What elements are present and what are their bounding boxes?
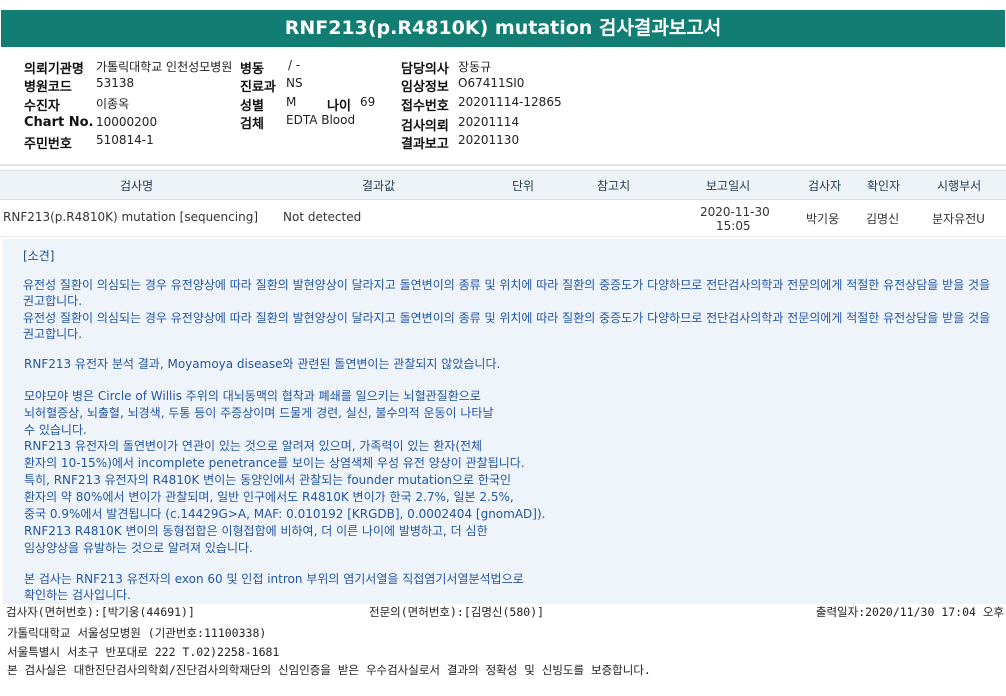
- comment-line: 중국 0.9%에서 발견됩니다 (c.14429G>A, MAF: 0.0101…: [24, 507, 546, 521]
- receiver-label: 수진자: [24, 99, 60, 114]
- doctor-label: 담당의사: [401, 62, 449, 77]
- chart-label: Chart No.: [24, 115, 94, 130]
- comment-line: RNF213 R4810K 변이의 동형접합은 이형접합에 비하여, 더 이른 …: [24, 524, 488, 538]
- header-ref: 참고치: [597, 179, 631, 193]
- section-divider: [0, 164, 1006, 166]
- comment-line: 특히, RNF213 유전자의 R4810K 변이는 동양인에서 관찰되는 fo…: [24, 473, 511, 487]
- dept-value: NS: [286, 76, 303, 90]
- row-result: Not detected: [283, 210, 362, 224]
- comment-result-line: RNF213 유전자 분석 결과, Moyamoya disease와 관련된 …: [24, 357, 501, 371]
- ssn-label: 주민번호: [24, 137, 72, 152]
- age-label: 나이: [327, 99, 351, 114]
- specimen-value: EDTA Blood: [286, 113, 356, 127]
- institution-label: 의뢰기관명: [24, 62, 84, 77]
- footer-address: 서울특별시 서초구 반포대로 222 T.02)2258-1681: [7, 645, 280, 659]
- patient-info: 의뢰기관명 가톨릭대학교 인천성모병원 병동 / - 담당의사 장동규 병원코드…: [0, 56, 1006, 152]
- row-tester: 박기웅: [806, 212, 840, 226]
- header-confirmer: 확인자: [867, 179, 901, 193]
- accession-label: 접수번호: [401, 99, 449, 114]
- report-date-value: 20201130: [458, 133, 520, 147]
- accession-value: 20201114-12865: [458, 95, 562, 109]
- header-test: 검사명: [120, 179, 154, 193]
- comment-section: [소견] 유전성 질환이 의심되는 경우 유전양상에 따라 질환의 발현양상이 …: [3, 239, 1006, 604]
- receiver-value: 이종옥: [96, 97, 130, 111]
- institution-value: 가톨릭대학교 인천성모병원: [96, 60, 233, 74]
- header-result: 결과값: [362, 179, 396, 193]
- row-confirmer: 김명신: [866, 212, 900, 226]
- comment-title: [소견]: [23, 249, 55, 263]
- comment-method-line: 본 검사는 RNF213 유전자의 exon 60 및 인접 intron 부위…: [24, 572, 524, 586]
- report-footer: 검사자(면허번호):[박기웅(44691)] 전문의(면허번호):[김명신(58…: [0, 602, 1006, 696]
- clinical-label: 임상정보: [401, 80, 449, 95]
- comment-line: 모야모야 병은 Circle of Willis 주위의 대뇌동맥의 협착과 폐…: [24, 389, 481, 403]
- results-table-header: 검사명 결과값 단위 참고치 보고일시 검사자 확인자 시행부서: [0, 170, 1006, 200]
- comment-line: 뇌허혈증상, 뇌출혈, 뇌경색, 두통 등이 주증상이며 드물게 경련, 실신,…: [24, 406, 494, 420]
- sex-label: 성별: [240, 99, 264, 114]
- comment-line: 환자의 약 80%에서 변이가 관찰되며, 일반 인구에서도 R4810K 변이…: [24, 490, 514, 504]
- row-report-time: 15:05: [716, 219, 751, 233]
- report-date-label: 결과보고: [401, 137, 449, 152]
- comment-paragraph: 유전성 질환이 의심되는 경우 유전양상에 따라 질환의 발현양상이 달라지고 …: [23, 311, 991, 341]
- request-value: 20201114: [458, 115, 520, 129]
- clinical-value: O67411SI0: [458, 76, 525, 90]
- dept-label: 진료과: [240, 80, 276, 95]
- chart-value: 10000200: [96, 115, 158, 129]
- hospital-code-label: 병원코드: [24, 80, 72, 95]
- table-row[interactable]: RNF213(p.R4810K) mutation [sequencing] N…: [0, 201, 1006, 237]
- footer-output-date: 출력일자:2020/11/30 17:04 오후: [815, 605, 1004, 619]
- comment-line: 환자의 10-15%)에서 incomplete penetrance를 보이는…: [24, 456, 525, 470]
- footer-certification: 본 검사실은 대한진단검사의학회/진단검사의학재단의 신임인증을 받은 우수검사…: [7, 663, 651, 677]
- age-value: 69: [360, 95, 376, 109]
- header-lab: 시행부서: [937, 179, 982, 193]
- specimen-label: 검체: [240, 117, 264, 132]
- header-unit: 단위: [512, 179, 535, 193]
- hospital-code-value: 53138: [96, 76, 135, 90]
- comment-line: 수 있습니다.: [24, 423, 87, 437]
- footer-tester: 검사자(면허번호):[박기웅(44691)]: [6, 605, 195, 619]
- request-label: 검사의뢰: [401, 119, 449, 134]
- ssn-value: 510814-1: [96, 133, 154, 147]
- footer-hospital: 가톨릭대학교 서울성모병원 (기관번호:11100338): [7, 626, 267, 640]
- comment-paragraph: 유전성 질환이 의심되는 경우 유전양상에 따라 질환의 발현양상이 달라지고 …: [23, 278, 991, 308]
- header-report-date: 보고일시: [706, 179, 751, 193]
- footer-specialist: 전문의(면허번호):[김명신(580)]: [369, 605, 545, 619]
- row-test-name: RNF213(p.R4810K) mutation [sequencing]: [3, 210, 258, 224]
- ward-label: 병동: [240, 62, 264, 77]
- ward-value: / -: [288, 58, 301, 72]
- header-tester: 검사자: [808, 179, 842, 193]
- comment-line: 임상양상을 유발하는 것으로 알려져 있습니다.: [24, 541, 253, 555]
- row-lab: 분자유전U: [932, 212, 985, 226]
- comment-line: RNF213 유전자의 돌연변이가 연관이 있는 것으로 알려져 있으며, 가족…: [24, 439, 483, 453]
- row-report-date: 2020-11-30: [700, 205, 770, 219]
- sex-value: M: [286, 95, 297, 109]
- report-title: RNF213(p.R4810K) mutation 검사결과보고서: [1, 10, 1005, 47]
- doctor-value: 장동규: [458, 60, 492, 74]
